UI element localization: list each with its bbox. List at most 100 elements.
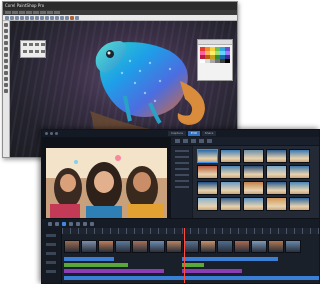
video-editor-titlebar[interactable]: Capture Edit Share: [42, 130, 319, 137]
timeline-clip[interactable]: [98, 240, 114, 253]
category-item[interactable]: [175, 186, 189, 188]
undo-icon[interactable]: [55, 132, 58, 135]
photo-filter-icon[interactable]: [191, 139, 196, 143]
zoom-tool-icon[interactable]: [4, 89, 8, 93]
palette-button[interactable]: [41, 43, 45, 46]
palette-button[interactable]: [41, 50, 45, 53]
playhead[interactable]: [184, 228, 185, 283]
media-thumbnail[interactable]: [243, 165, 264, 179]
media-thumbnail[interactable]: [289, 181, 310, 195]
next-frame-icon[interactable]: [69, 221, 73, 226]
move-tool-icon[interactable]: [4, 23, 8, 27]
split-clip-icon[interactable]: [83, 221, 87, 226]
category-item[interactable]: [175, 156, 189, 158]
media-thumbnail[interactable]: [220, 181, 241, 195]
layers-icon[interactable]: [45, 15, 49, 20]
go-to-end-icon[interactable]: [76, 221, 80, 226]
menu-item[interactable]: [12, 11, 18, 14]
media-thumbnail[interactable]: [289, 149, 310, 163]
selection-tool-icon[interactable]: [4, 29, 8, 33]
tab-share[interactable]: Share: [201, 131, 217, 136]
media-thumbnail[interactable]: [243, 149, 264, 163]
photo-editor-titlebar[interactable]: Corel PaintShop Pro: [3, 2, 237, 10]
rotate-icon[interactable]: [40, 15, 44, 20]
palette-button[interactable]: [35, 43, 39, 46]
timeline-clip[interactable]: [200, 240, 216, 253]
voice-track-clip[interactable]: [64, 269, 164, 273]
lasso-tool-icon[interactable]: [4, 35, 8, 39]
media-thumbnail[interactable]: [243, 197, 264, 211]
timeline-clip[interactable]: [64, 240, 80, 253]
palette-button[interactable]: [35, 50, 39, 53]
menu-icon[interactable]: [50, 132, 53, 135]
media-thumbnail[interactable]: [289, 165, 310, 179]
timeline-clip[interactable]: [234, 240, 250, 253]
play-icon[interactable]: [62, 221, 66, 226]
palette-button[interactable]: [23, 50, 27, 53]
menu-item[interactable]: [19, 11, 25, 14]
timeline-clip[interactable]: [183, 240, 199, 253]
effects-icon[interactable]: [55, 15, 59, 20]
redo-icon[interactable]: [25, 15, 29, 20]
media-thumbnail[interactable]: [266, 197, 287, 211]
overlay-track-clip[interactable]: [182, 257, 278, 261]
timeline-clip[interactable]: [132, 240, 148, 253]
undo-icon[interactable]: [20, 15, 24, 20]
timeline-clip[interactable]: [149, 240, 165, 253]
text-tool-icon[interactable]: [4, 71, 8, 75]
voice-track-clip[interactable]: [182, 269, 242, 273]
media-thumbnail[interactable]: [266, 149, 287, 163]
menu-item[interactable]: [47, 11, 53, 14]
category-item[interactable]: [175, 180, 189, 182]
media-thumbnail[interactable]: [197, 181, 218, 195]
overlay-track-clip[interactable]: [64, 257, 114, 261]
histogram-icon[interactable]: [75, 15, 79, 20]
media-thumbnail[interactable]: [197, 149, 218, 163]
sort-icon[interactable]: [207, 139, 212, 143]
previous-frame-icon[interactable]: [55, 221, 59, 226]
adjust-icon[interactable]: [50, 15, 54, 20]
save-icon[interactable]: [15, 15, 19, 20]
timeline-clip[interactable]: [115, 240, 131, 253]
title-track-clip[interactable]: [64, 263, 128, 267]
menu-item[interactable]: [5, 11, 11, 14]
palette-button[interactable]: [29, 50, 33, 53]
media-thumbnail[interactable]: [266, 181, 287, 195]
menu-item[interactable]: [26, 11, 32, 14]
menu-item[interactable]: [54, 11, 60, 14]
open-file-icon[interactable]: [10, 15, 14, 20]
tab-capture[interactable]: Capture: [168, 131, 186, 136]
zoom-icon[interactable]: [35, 15, 39, 20]
timeline-clip[interactable]: [217, 240, 233, 253]
shape-tool-icon[interactable]: [4, 77, 8, 81]
media-thumbnail[interactable]: [197, 197, 218, 211]
timeline-clip[interactable]: [81, 240, 97, 253]
text-tool-icon[interactable]: [60, 15, 64, 20]
new-file-icon[interactable]: [5, 15, 9, 20]
brush-tool-icon[interactable]: [4, 47, 8, 51]
media-thumbnail[interactable]: [220, 165, 241, 179]
track-header[interactable]: [46, 261, 56, 264]
track-header[interactable]: [46, 252, 56, 255]
menu-item[interactable]: [33, 11, 39, 14]
title-track-clip[interactable]: [182, 263, 204, 267]
media-thumbnail[interactable]: [243, 181, 264, 195]
timeline-clip[interactable]: [285, 240, 301, 253]
timeline-ruler[interactable]: [62, 228, 319, 234]
track-header[interactable]: [46, 243, 56, 246]
color-icon[interactable]: [70, 15, 74, 20]
timeline-clip[interactable]: [166, 240, 182, 253]
music-track-clip[interactable]: [64, 276, 319, 280]
color-swatch[interactable]: [225, 59, 230, 63]
media-thumbnail[interactable]: [220, 149, 241, 163]
eraser-tool-icon[interactable]: [4, 53, 8, 57]
media-thumbnail[interactable]: [220, 197, 241, 211]
track-header[interactable]: [46, 270, 56, 273]
palette-button[interactable]: [23, 43, 27, 46]
category-item[interactable]: [175, 150, 189, 152]
import-media-icon[interactable]: [175, 139, 180, 143]
category-item[interactable]: [175, 162, 189, 164]
tab-edit[interactable]: Edit: [187, 131, 200, 136]
clone-tool-icon[interactable]: [4, 59, 8, 63]
volume-icon[interactable]: [90, 221, 94, 226]
